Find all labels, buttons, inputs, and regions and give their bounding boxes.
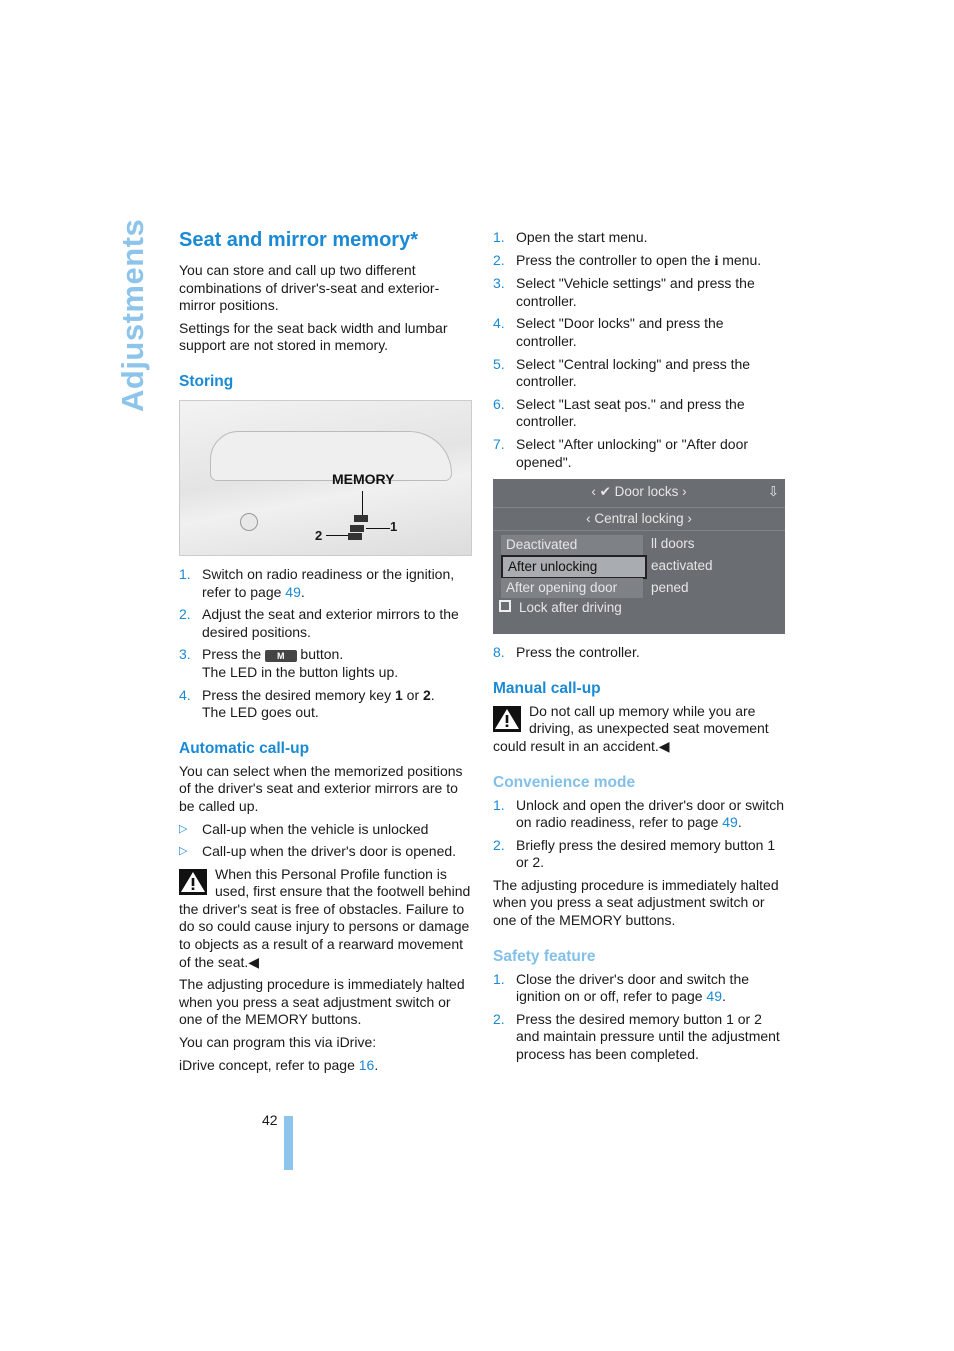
bullet-list: ▷ Call-up when the vehicle is unlocked ▷ C… bbox=[179, 821, 471, 861]
safety-feature-heading: Safety feature bbox=[493, 947, 596, 965]
section-tab-label: Adjustments bbox=[115, 218, 150, 412]
list-item: 1. Switch on radio readiness or the ignit… bbox=[179, 565, 455, 600]
list-item: 2. Press the desired memory button 1 or 2… bbox=[493, 1010, 780, 1063]
page-link[interactable]: 49 bbox=[706, 988, 722, 1004]
left-column: Seat and mirror memory* You can store an… bbox=[179, 228, 472, 1079]
screen-title-bar: ‹ ✔ Door locks › ⇩ bbox=[591, 484, 779, 500]
warning-icon bbox=[179, 868, 207, 895]
door-lock-icon: ✔ bbox=[599, 484, 611, 500]
screen-subtitle-bar: ‹ Central locking › bbox=[493, 507, 785, 532]
manual-callup-heading: Manual call-up bbox=[493, 679, 601, 697]
paragraph: You can select when the memorized positi… bbox=[179, 762, 463, 814]
right-column: 1. Open the start menu. 2. Press the contr… bbox=[493, 229, 785, 1069]
triangle-bullet-icon: ▷ bbox=[179, 845, 188, 858]
memory-button-icon: M bbox=[265, 649, 297, 662]
option-deactivated[interactable]: Deactivated bbox=[501, 535, 643, 556]
intro-paragraph: You can store and call up two different … bbox=[179, 262, 440, 314]
page-marker-bar bbox=[284, 1116, 293, 1170]
list-item: 2. Press the controller to open the i men… bbox=[493, 251, 762, 269]
background-menu-text: eactivated bbox=[651, 558, 713, 574]
idrive-screen: ‹ ✔ Door locks › ⇩ ‹ Central locking › ll… bbox=[493, 479, 785, 635]
intro-paragraph-2: Settings for the seat back width and lum… bbox=[179, 319, 448, 354]
paragraph: iDrive concept, refer to page 16. bbox=[179, 1056, 379, 1073]
list-item: 2. Adjust the seat and exterior mirrors t… bbox=[179, 606, 459, 640]
key-1-label: 1 bbox=[390, 518, 398, 534]
warning-note: When this Personal Profile function is u… bbox=[179, 865, 471, 970]
warning-icon bbox=[493, 705, 521, 732]
option-after-opening-door[interactable]: After opening door bbox=[501, 578, 643, 599]
list-item: 1. Close the driver's door and switch the… bbox=[493, 970, 750, 1005]
paragraph: The adjusting procedure is immediately h… bbox=[179, 976, 465, 1028]
list-item: 4. Select "Door locks" and press the cont… bbox=[493, 315, 724, 349]
convenience-steps: 1. Unlock and open the driver's door or s… bbox=[493, 797, 785, 872]
controller-icon: ⇩ bbox=[767, 484, 779, 500]
list-item: 6. Select "Last seat pos." and press the … bbox=[493, 395, 745, 430]
list-item: 3. Press the M button. The LED in the butt… bbox=[179, 646, 399, 680]
list-item: ▷ Call-up when the driver's door is opene… bbox=[179, 843, 457, 860]
storing-heading: Storing bbox=[179, 372, 234, 390]
list-item: 2. Briefly press the desired memory butto… bbox=[493, 836, 776, 871]
key-2-label: 2 bbox=[315, 527, 323, 543]
idrive-steps: 1. Open the start menu. 2. Press the contr… bbox=[493, 229, 785, 471]
page-link[interactable]: 49 bbox=[722, 814, 738, 830]
manual-page: Adjustments Seat and mirror memory* You … bbox=[0, 0, 954, 1351]
storing-steps: 1. Switch on radio readiness or the ignit… bbox=[179, 566, 471, 722]
list-item: 7. Select "After unlocking" or "After doo… bbox=[493, 435, 749, 470]
list-item: 1. Open the start menu. bbox=[493, 229, 648, 245]
paragraph: You can program this via iDrive: bbox=[179, 1034, 377, 1051]
seat-memory-figure: MEMORY 1 2 bbox=[179, 399, 472, 556]
page-link[interactable]: 16 bbox=[359, 1057, 375, 1073]
page-link[interactable]: 49 bbox=[285, 584, 301, 600]
memory-label: MEMORY bbox=[332, 470, 395, 487]
triangle-bullet-icon: ▷ bbox=[179, 822, 188, 835]
list-item: 8. Press the controller. bbox=[493, 644, 640, 661]
final-step: 8. Press the controller. bbox=[493, 644, 785, 662]
page-number: 42 bbox=[262, 1112, 278, 1128]
list-item: 1. Unlock and open the driver's door or s… bbox=[493, 796, 785, 831]
list-item: 3. Select "Vehicle settings" and press th… bbox=[493, 275, 755, 309]
automatic-callup-heading: Automatic call-up bbox=[179, 739, 310, 757]
background-menu-text: ll doors bbox=[651, 536, 695, 552]
convenience-mode-heading: Convenience mode bbox=[493, 773, 636, 791]
lock-after-driving-checkbox[interactable]: Lock after driving bbox=[499, 599, 622, 617]
option-after-unlocking[interactable]: After unlocking bbox=[501, 555, 647, 580]
list-item: 4. Press the desired memory key 1 or 2. Th… bbox=[179, 686, 435, 721]
list-item: 5. Select "Central locking" and press the… bbox=[493, 355, 751, 390]
section-title: Seat and mirror memory* bbox=[179, 229, 418, 251]
seat-illustration bbox=[210, 430, 452, 481]
paragraph: The adjusting procedure is immediately h… bbox=[493, 876, 779, 929]
background-menu-text: pened bbox=[651, 580, 689, 596]
warning-note: Do not call up memory while you are driv… bbox=[493, 702, 769, 754]
safety-steps: 1. Close the driver's door and switch the… bbox=[493, 971, 785, 1064]
list-item: ▷ Call-up when the vehicle is unlocked bbox=[179, 820, 429, 837]
